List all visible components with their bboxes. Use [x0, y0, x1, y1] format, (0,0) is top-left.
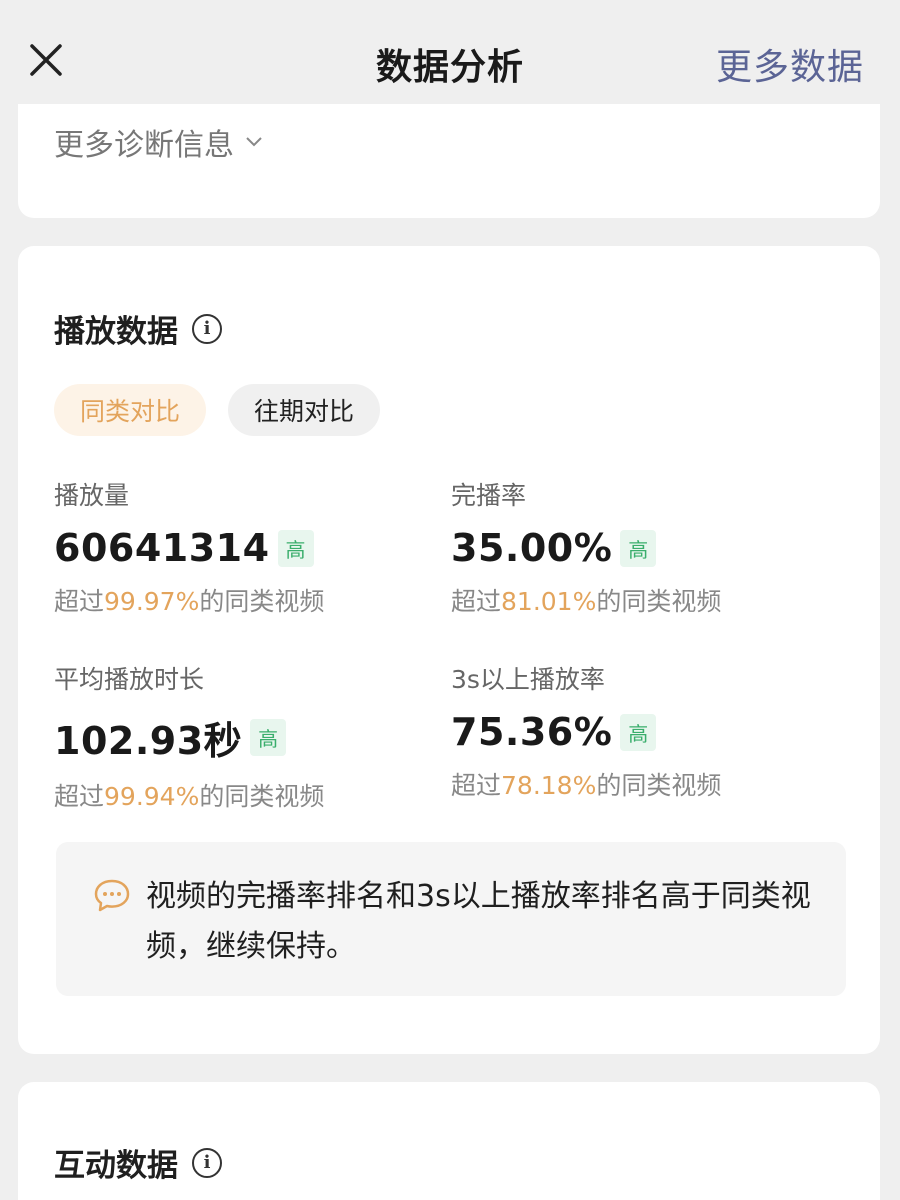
compare-suffix: 的同类视频: [596, 771, 722, 800]
level-badge: 高: [620, 529, 657, 567]
metric-value: 75.36%: [451, 710, 613, 754]
metric-label: 3s以上播放率: [451, 665, 605, 694]
play-data-title: 播放数据 i: [54, 306, 222, 351]
metric-completion-rate: 完播率 35.00% 高 超过81.01%的同类视频: [451, 476, 831, 618]
chat-bubble-icon: [94, 879, 130, 912]
chevron-down-icon: [246, 137, 262, 147]
insight-tip: 视频的完播率排名和3s以上播放率排名高于同类视频，继续保持。: [56, 842, 846, 996]
info-icon[interactable]: i: [192, 1147, 222, 1178]
compare-suffix: 的同类视频: [199, 782, 325, 811]
more-data-link[interactable]: 更多数据: [716, 38, 864, 90]
metric-play-count: 播放量 60641314 高 超过99.97%的同类视频: [54, 476, 434, 618]
level-badge: 高: [620, 713, 657, 751]
more-diagnosis-toggle[interactable]: 更多诊断信息: [54, 120, 264, 164]
compare-percent: 81.01%: [501, 587, 597, 616]
compare-percent: 78.18%: [501, 771, 597, 800]
compare-prefix: 超过: [54, 782, 105, 811]
compare-prefix: 超过: [451, 587, 502, 616]
compare-prefix: 超过: [451, 771, 502, 800]
metric-label: 播放量: [54, 481, 130, 510]
metric-compare: 超过81.01%的同类视频: [451, 582, 831, 618]
info-icon[interactable]: i: [192, 313, 222, 344]
play-data-title-text: 播放数据: [54, 314, 178, 350]
metric-compare: 超过78.18%的同类视频: [451, 766, 831, 802]
metric-value: 35.00%: [451, 526, 613, 570]
compare-percent: 99.97%: [104, 587, 200, 616]
tab-history-compare[interactable]: 往期对比: [228, 384, 381, 436]
metric-avg-duration: 平均播放时长 102.93秒 高 超过99.94%的同类视频: [54, 660, 434, 813]
metric-3s-play-rate: 3s以上播放率 75.36% 高 超过78.18%的同类视频: [451, 660, 831, 802]
tab-peer-compare[interactable]: 同类对比: [54, 384, 207, 436]
compare-suffix: 的同类视频: [596, 587, 722, 616]
metric-value: 60641314: [54, 526, 270, 570]
interaction-data-card: 互动数据 i: [18, 1082, 880, 1200]
level-badge: 高: [277, 529, 314, 567]
play-data-card: 播放数据 i 同类对比 往期对比 播放量 60641314 高 超过99.97%…: [18, 246, 880, 1054]
metric-compare: 超过99.97%的同类视频: [54, 582, 434, 618]
interaction-data-title-text: 互动数据: [54, 1148, 178, 1184]
metric-compare: 超过99.94%的同类视频: [54, 777, 434, 813]
tip-text: 视频的完播率排名和3s以上播放率排名高于同类视频，继续保持。: [146, 879, 811, 964]
metric-value: 102.93秒: [54, 719, 243, 763]
compare-suffix: 的同类视频: [199, 587, 325, 616]
level-badge: 高: [250, 719, 287, 756]
metric-label: 平均播放时长: [54, 665, 205, 694]
diagnosis-card: 更多诊断信息: [18, 104, 880, 218]
compare-percent: 99.94%: [104, 782, 200, 811]
compare-tabs: 同类对比 往期对比: [54, 384, 381, 436]
compare-prefix: 超过: [54, 587, 105, 616]
metric-label: 完播率: [451, 481, 527, 510]
top-bar: 数据分析 更多数据: [0, 0, 900, 118]
more-diagnosis-label: 更多诊断信息: [54, 128, 234, 163]
interaction-data-title: 互动数据 i: [54, 1140, 222, 1185]
